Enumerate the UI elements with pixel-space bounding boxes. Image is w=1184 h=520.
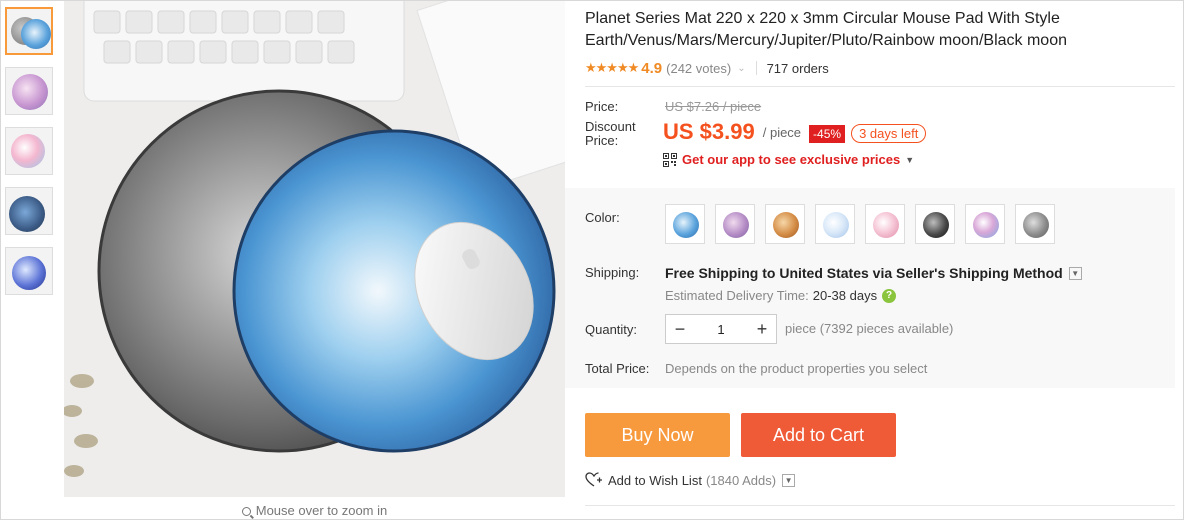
delivery-days: 20-38 days <box>812 288 878 303</box>
thumbnail-2[interactable] <box>5 67 53 115</box>
shipping-label: Shipping: <box>585 265 640 280</box>
price-block: Price: US $7.26 / piece Discount Price: … <box>585 87 1175 167</box>
rating-value: 4.9 <box>641 59 663 77</box>
price-unit: / piece <box>762 125 802 140</box>
rating-row: ★★★★★ 4.9 (242 votes) ⌄ 717 orders <box>585 58 1175 78</box>
quantity-stepper: − 1 + <box>665 314 777 344</box>
minus-icon[interactable]: − <box>666 315 694 343</box>
discount-price: US $3.99 <box>663 119 755 144</box>
quantity-label: Quantity: <box>585 322 638 337</box>
total-price-value: Depends on the product properties you se… <box>665 361 928 376</box>
price-label: Price: <box>585 99 619 114</box>
wish-count: (1840 Adds) <box>705 472 777 488</box>
orders-count: 717 orders <box>766 60 829 76</box>
product-info: Planet Series Mat 220 x 220 x 3mm Circul… <box>585 1 1175 167</box>
swatch-black-moon[interactable] <box>1015 204 1055 244</box>
shipping-method[interactable]: Free Shipping to United States via Selle… <box>665 265 1082 281</box>
divider <box>585 505 1175 506</box>
delivery-label: Estimated Delivery Time: <box>665 288 809 303</box>
product-title: Planet Series Mat 220 x 220 x 3mm Circul… <box>585 10 1067 49</box>
star-rating-icon: ★★★★★ <box>585 60 639 75</box>
add-to-cart-button[interactable]: Add to Cart <box>741 413 896 457</box>
total-price-label: Total Price: <box>585 361 650 376</box>
product-page: Mouse over to zoom in Planet Series Mat … <box>0 0 1184 520</box>
plus-icon[interactable]: + <box>748 315 776 343</box>
divider <box>755 61 757 75</box>
votes-count[interactable]: (242 votes) <box>666 61 731 76</box>
app-promo-text: Get our app to see exclusive prices <box>682 152 901 167</box>
swatch-pluto[interactable] <box>915 204 955 244</box>
chevron-down-icon[interactable]: ▼ <box>1068 266 1082 280</box>
discount-badge: -45% <box>809 125 846 143</box>
thumbnail-1[interactable] <box>5 7 53 55</box>
options-panel: Color: Shipping: Free Shipping to United… <box>565 188 1175 388</box>
thumbnail-3[interactable] <box>5 127 53 175</box>
wish-list-link[interactable]: Add to Wish List (1840 Adds) ▼ <box>585 472 796 488</box>
shipping-text: Free Shipping to United States via Selle… <box>665 265 1063 281</box>
original-price: US $7.26 / piece <box>665 99 762 114</box>
zoom-hint: Mouse over to zoom in <box>64 503 565 518</box>
thumbnail-list <box>5 7 55 307</box>
delivery-time: Estimated Delivery Time: 20-38 days ? <box>665 288 897 303</box>
color-swatches <box>665 204 1065 244</box>
qr-code-icon <box>663 152 677 167</box>
swatch-mars[interactable] <box>765 204 805 244</box>
thumbnail-5[interactable] <box>5 247 53 295</box>
color-label: Color: <box>585 210 620 225</box>
swatch-rainbow-moon[interactable] <box>965 204 1005 244</box>
swatch-venus[interactable] <box>715 204 755 244</box>
magnifier-icon <box>241 507 251 516</box>
app-promo-link[interactable]: Get our app to see exclusive prices ▼ <box>663 152 1175 167</box>
wish-list-text: Add to Wish List <box>608 472 702 488</box>
discount-price-label: Discount Price: <box>585 119 636 148</box>
swatch-mercury[interactable] <box>815 204 855 244</box>
time-left-badge: 3 days left <box>851 124 927 143</box>
chevron-down-icon[interactable]: ▼ <box>782 473 796 487</box>
zoom-hint-text: Mouse over to zoom in <box>255 503 388 518</box>
chevron-down-icon[interactable]: ⌄ <box>737 63 745 74</box>
swatch-earth[interactable] <box>665 204 705 244</box>
help-icon[interactable]: ? <box>882 288 897 303</box>
quantity-available: piece (7392 pieces available) <box>785 321 954 336</box>
heart-plus-icon <box>585 472 602 487</box>
quantity-input[interactable]: 1 <box>694 322 748 337</box>
main-product-image[interactable] <box>64 1 565 497</box>
caret-down-icon: ▼ <box>905 154 915 165</box>
thumbnail-4[interactable] <box>5 187 53 235</box>
buy-now-button[interactable]: Buy Now <box>585 413 730 457</box>
swatch-jupiter[interactable] <box>865 204 905 244</box>
